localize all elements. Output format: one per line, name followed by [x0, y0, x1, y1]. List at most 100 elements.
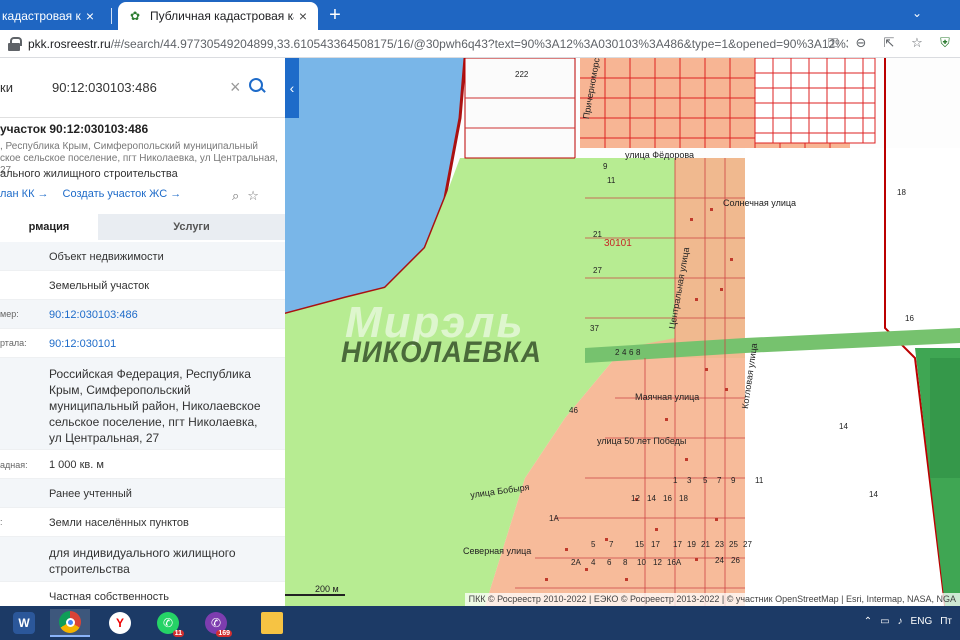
parcel-number: 2A [571, 558, 581, 567]
tab-services[interactable]: Услуги [98, 214, 285, 240]
row-value: Земельный участок [49, 280, 150, 292]
parcel-number: 3 [687, 476, 692, 485]
browser-tab-bar: кадастровая карта × ✿ Публичная кадастро… [0, 0, 960, 30]
search-type-select[interactable]: ки [0, 80, 13, 95]
parcel-number: 24 [715, 556, 724, 565]
tab-active[interactable]: ✿ Публичная кадастровая карта × [118, 2, 318, 30]
parcel-number: 1A [549, 514, 559, 523]
info-panel: ки 90:12:030103:486 × участок 90:12:0301… [0, 58, 285, 606]
search-icon[interactable] [248, 77, 266, 95]
row-value: Ранее учтенный [49, 488, 132, 500]
clock[interactable]: Пт [940, 616, 952, 627]
parcel-number: 2 [615, 348, 620, 357]
chevron-up-icon[interactable]: ⌃ [864, 616, 872, 627]
network-icon[interactable]: ▭ [880, 616, 889, 627]
language-indicator[interactable]: ENG [911, 616, 933, 627]
zoom-icon[interactable]: ⊖ [852, 34, 870, 52]
star-icon[interactable]: ☆ [247, 188, 259, 204]
key-icon[interactable]: ⚿ [824, 34, 842, 52]
parcel-number: 5 [591, 540, 596, 549]
parcel-number: 23 [715, 540, 724, 549]
parcel-number: 9 [603, 162, 608, 171]
side-number: 14 [869, 490, 878, 499]
address-bar: pkk.rosreestr.ru/#/search/44.97730549204… [0, 30, 960, 58]
row-value: 1 000 кв. м [49, 459, 104, 471]
parcel-number: 25 [729, 540, 738, 549]
create-parcel-link[interactable]: Создать участок ЖС → [63, 188, 182, 200]
parcel-number: 4 [622, 348, 627, 357]
collapse-panel-button[interactable]: ‹ [285, 58, 299, 118]
tab-info[interactable]: рмация [0, 214, 98, 240]
row-value: Земли населённых пунктов [49, 517, 189, 529]
table-row: Объект недвижимости [0, 242, 285, 271]
row-label: мер: [0, 309, 19, 319]
cadastral-map[interactable]: Мирэль НИКОЛАЕВКА 30101 улица Фёдорова С… [285, 58, 960, 606]
table-row: Ранее учтенный [0, 479, 285, 508]
tab-inactive[interactable]: кадастровая карта × [0, 2, 118, 30]
parcel-links: лан КК → Создать участок ЖС → [0, 188, 181, 200]
address-line: , Республика Крым, Симферопольский муниц… [0, 141, 258, 152]
taskbar-app-word[interactable]: W [4, 609, 44, 637]
share-icon[interactable]: ⇱ [880, 34, 898, 52]
search-bar: ки 90:12:030103:486 × [0, 58, 285, 118]
chrome-icon [59, 611, 81, 633]
taskbar-app-yandex[interactable]: Y [100, 609, 140, 637]
parcel-number: 12 [653, 558, 662, 567]
notification-badge: 11 [172, 630, 184, 637]
parcel-number: 37 [590, 324, 599, 333]
street-label: Маячная улица [635, 392, 700, 402]
table-row: мер: 90:12:030103:486 [0, 300, 285, 329]
volume-icon[interactable]: ♪ [898, 616, 903, 627]
parcel-number: 8 [623, 558, 628, 567]
parcel-number: 15 [635, 540, 644, 549]
tab-separator [111, 8, 112, 24]
row-label: адная: [0, 460, 28, 470]
table-row: для индивидуального жилищного строительс… [0, 537, 285, 582]
parcel-number: 222 [515, 70, 529, 79]
parcel-number: 16A [667, 558, 682, 567]
map-attribution[interactable]: ПКК © Росреестр 2010-2022 | ЕЭКО © Росре… [464, 593, 960, 606]
taskbar-app-chrome[interactable] [50, 609, 90, 637]
clear-icon[interactable]: × [230, 77, 241, 98]
lock-icon[interactable] [8, 37, 22, 51]
url-field[interactable]: pkk.rosreestr.ru/#/search/44.97730549204… [28, 37, 848, 51]
cadastral-number-link[interactable]: 90:12:030103:486 [49, 308, 274, 322]
system-tray: ⌃ ▭ ♪ ENG Пт [864, 616, 952, 627]
tab-title: Публичная кадастровая карта [150, 9, 294, 23]
rosreestr-favicon-icon: ✿ [129, 9, 141, 23]
row-label: ртала: [0, 338, 27, 348]
taskbar: W Y ✆ 11 ✆ 169 ⌃ ▭ ♪ ENG Пт [0, 606, 960, 640]
parcel-number: 26 [731, 556, 740, 565]
parcel-number: 19 [687, 540, 696, 549]
parcel-number: 6 [629, 348, 634, 357]
row-value: Российская Федерация, Республика Крым, С… [49, 367, 261, 445]
parcel-number: 4 [591, 558, 596, 567]
close-icon[interactable]: × [294, 8, 312, 24]
town-label: НИКОЛАЕВКА [341, 336, 542, 369]
url-path: /#/search/44.97730549204899,33.610543364… [110, 37, 848, 51]
parcel-number: 8 [636, 348, 641, 357]
parcel-number: 21 [593, 230, 602, 239]
extension-icon[interactable]: ⛨ [936, 34, 954, 52]
quarter-label[interactable]: 30101 [604, 238, 632, 249]
parcel-number: 11 [607, 176, 616, 185]
quarter-link[interactable]: 90:12:030101 [49, 337, 274, 351]
taskbar-app-explorer[interactable] [252, 609, 292, 637]
zoom-to-icon[interactable]: ⌕ [232, 188, 239, 204]
plan-link[interactable]: лан КК → [0, 188, 49, 200]
chevron-down-icon[interactable]: ⌄ [912, 6, 922, 20]
street-label: Солнечная улица [723, 198, 797, 208]
table-row: Российская Федерация, Республика Крым, С… [0, 358, 285, 450]
parcel-number: 9 [731, 476, 736, 485]
parcel-number: 27 [593, 266, 602, 275]
street-label: Северная улица [463, 546, 532, 556]
search-input[interactable]: 90:12:030103:486 [52, 80, 157, 95]
new-tab-button[interactable]: + [324, 4, 346, 26]
star-icon[interactable]: ☆ [908, 34, 926, 52]
close-icon[interactable]: × [81, 8, 99, 24]
parcel-number: 11 [755, 476, 764, 485]
taskbar-app-viber[interactable]: ✆ 169 [196, 609, 236, 637]
table-row: ртала: 90:12:030101 [0, 329, 285, 358]
parcel-number: 27 [743, 540, 752, 549]
taskbar-app-whatsapp[interactable]: ✆ 11 [148, 609, 188, 637]
